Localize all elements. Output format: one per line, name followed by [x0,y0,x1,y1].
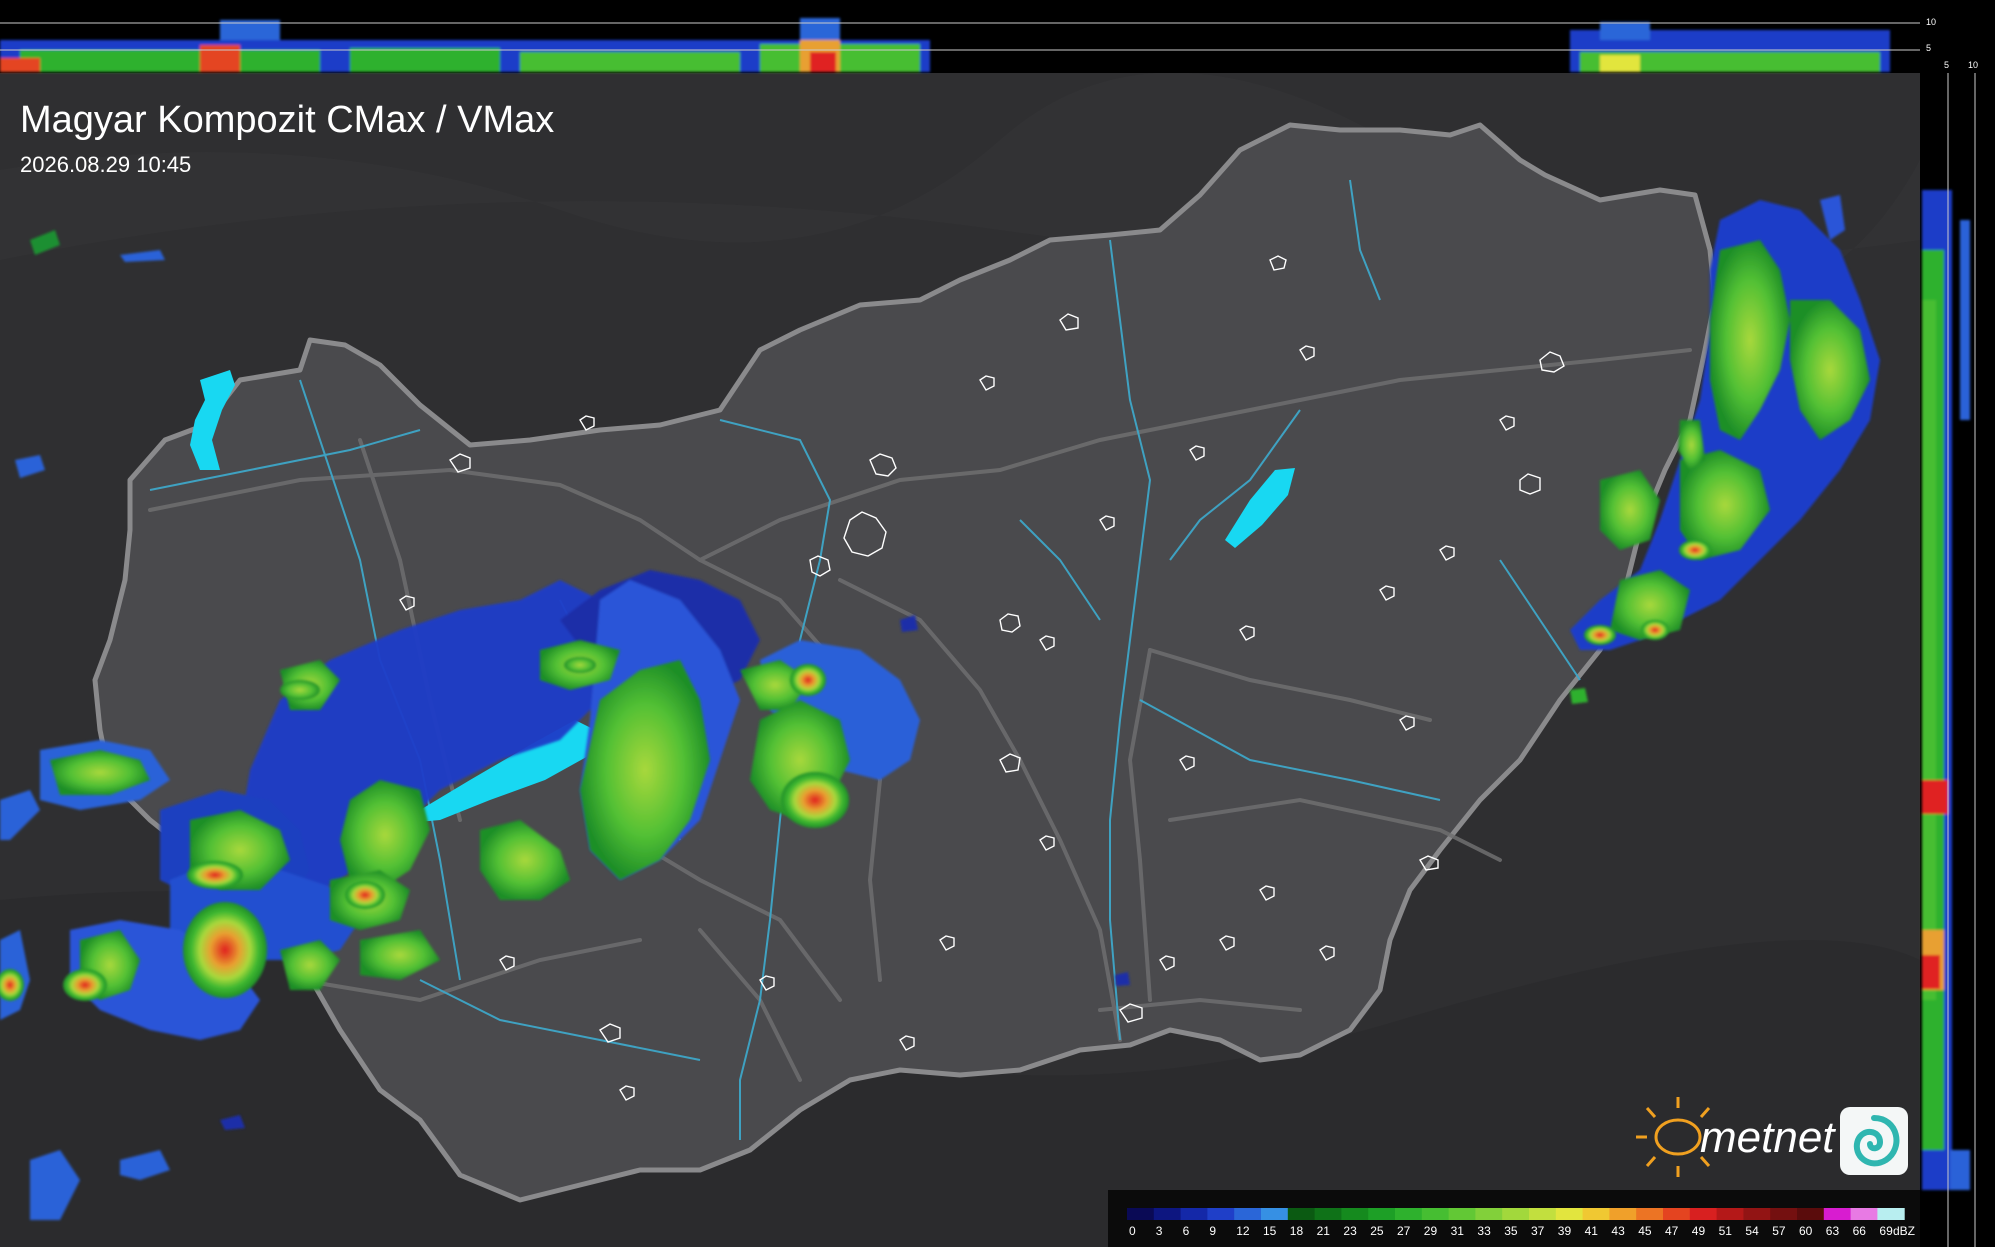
color-scale-label: 69 [1879,1224,1893,1238]
color-scale-swatch [1234,1208,1262,1220]
color-scale-label: 39 [1558,1224,1572,1238]
color-scale-label: 49 [1692,1224,1706,1238]
profile-right: 5 10 [1920,60,1995,1247]
color-scale-swatch [1127,1208,1155,1220]
color-scale-label: 57 [1772,1224,1786,1238]
color-scale-label: 21 [1317,1224,1331,1238]
color-scale-label: 0 [1129,1224,1136,1238]
color-scale-swatch [1689,1208,1718,1220]
color-scale-labels: 0 3 6 9 12 15 18 21 23 25 27 29 31 33 35 37 39 41 43 45 47 49… [1129,1224,1893,1238]
color-scale-swatch [1368,1208,1396,1220]
color-scale-swatch [1502,1208,1530,1220]
color-scale-label: 6 [1183,1224,1190,1238]
color-scale-label: 51 [1719,1224,1733,1238]
color-scale-label: 18 [1290,1224,1304,1238]
color-scale-swatch [1636,1208,1664,1220]
color-scale-label: 45 [1638,1224,1652,1238]
profile-top-label-5: 5 [1926,43,1931,53]
color-scale-swatch [1395,1208,1423,1220]
color-scale-swatch [1475,1208,1503,1220]
color-scale-swatch [1341,1208,1369,1220]
color-scale-swatch [1770,1208,1798,1220]
profile-right-label-5: 5 [1944,60,1949,70]
color-scale-swatch [1180,1208,1208,1220]
profile-top-label-10: 10 [1926,17,1936,27]
color-scale-label: 60 [1799,1224,1813,1238]
color-scale-swatch [1609,1208,1637,1220]
color-scale-label: 35 [1504,1224,1518,1238]
color-scale-label: 37 [1531,1224,1545,1238]
color-scale-swatch [1877,1208,1905,1220]
color-scale-swatch [1287,1208,1316,1220]
color-scale-label: 9 [1209,1224,1216,1238]
color-scale-label: 33 [1477,1224,1491,1238]
color-scale-swatch [1555,1208,1584,1220]
color-scale-label: 54 [1745,1224,1759,1238]
color-scale-swatch [1797,1208,1825,1220]
color-scale-label: 23 [1343,1224,1357,1238]
color-scale-label: 25 [1370,1224,1384,1238]
color-scale-label: 29 [1424,1224,1438,1238]
profile-right-label-10: 10 [1968,60,1978,70]
color-scale-label: 27 [1397,1224,1411,1238]
brand-name: metnet [1700,1113,1836,1162]
map-title: Magyar Kompozit CMax / VMax [20,99,554,141]
map-timestamp: 2026.08.29 10:45 [20,152,191,177]
color-scale-swatch [1582,1208,1610,1220]
color-scale-swatch [1261,1208,1289,1220]
color-scale-unit: dBZ [1893,1224,1915,1238]
color-scale-swatches [1127,1208,1905,1220]
color-scale-swatch [1716,1208,1744,1220]
color-scale-label: 43 [1611,1224,1625,1238]
color-scale-label: 41 [1585,1224,1599,1238]
color-scale-label: 66 [1853,1224,1867,1238]
color-scale-swatch [1743,1208,1771,1220]
color-scale-swatch [1207,1208,1235,1220]
color-scale-label: 31 [1451,1224,1465,1238]
color-scale-label: 3 [1156,1224,1163,1238]
radar-map: 10 5 5 10 Magyar Kompozit CMax / VMax 20… [0,0,1995,1247]
color-scale-swatch [1421,1208,1450,1220]
color-scale-swatch [1448,1208,1476,1220]
color-scale-label: 63 [1826,1224,1840,1238]
color-scale-swatch [1850,1208,1878,1220]
color-scale: 0 3 6 9 12 15 18 21 23 25 27 29 31 33 35 37 39 41 43 45 47 49… [1108,1190,1920,1247]
profile-top: 10 5 [0,0,1936,73]
color-scale-label: 12 [1236,1224,1250,1238]
color-scale-swatch [1314,1208,1342,1220]
color-scale-swatch [1663,1208,1691,1220]
color-scale-swatch [1153,1208,1182,1220]
color-scale-swatch [1823,1208,1852,1220]
color-scale-label: 47 [1665,1224,1679,1238]
color-scale-swatch [1529,1208,1557,1220]
color-scale-label: 15 [1263,1224,1277,1238]
